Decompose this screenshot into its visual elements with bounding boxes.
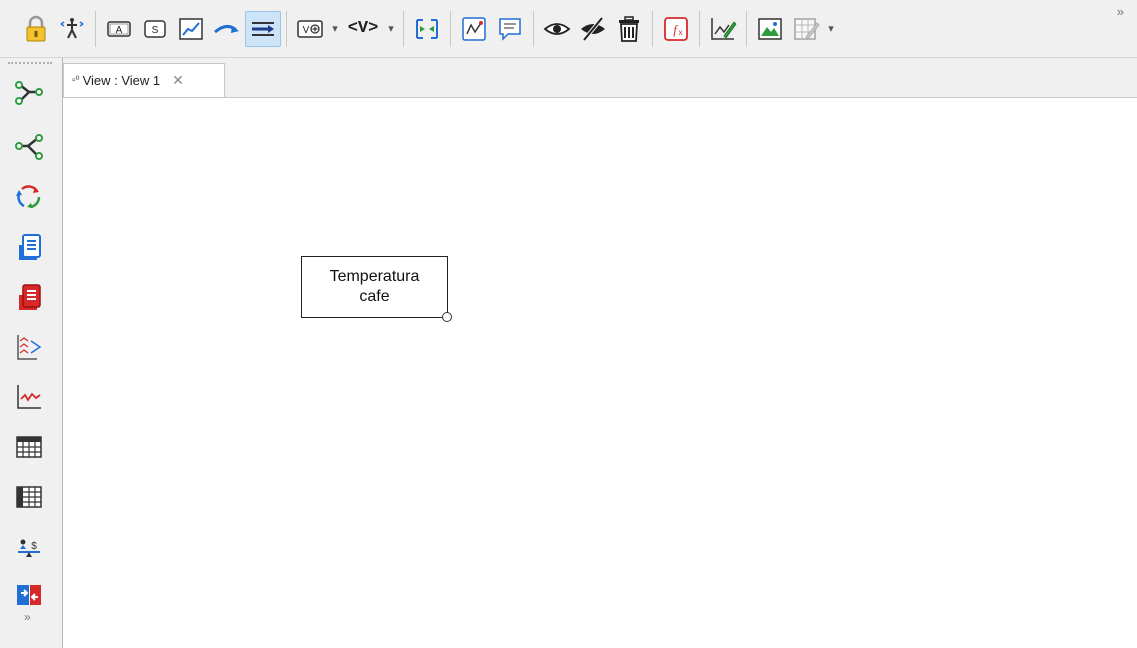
node-resize-handle[interactable]: [442, 312, 452, 322]
table-button[interactable]: [10, 428, 48, 466]
document-icon: [19, 234, 41, 260]
comment-icon: [499, 17, 521, 41]
flow-button[interactable]: [209, 11, 245, 47]
causes-strip-icon: [17, 335, 42, 360]
analysis-toolbar: $ »: [0, 58, 63, 648]
auxiliary-button[interactable]: A: [101, 11, 137, 47]
causes-tree-icon: [15, 81, 43, 105]
stock-icon: S: [144, 19, 166, 38]
uses-tree-button[interactable]: [10, 128, 48, 166]
view-variables-label: <V>: [347, 19, 379, 38]
table-time-button[interactable]: [10, 478, 48, 516]
view-options-icon: V: [297, 19, 323, 38]
image-button[interactable]: [752, 11, 788, 47]
auxiliary-icon: A: [107, 20, 131, 37]
compare-icon: [17, 585, 41, 605]
chart-icon: [462, 16, 486, 41]
edit-table-button[interactable]: [788, 11, 824, 47]
fit-button[interactable]: [409, 11, 445, 47]
toolbar-separator: [746, 10, 747, 47]
chart-button[interactable]: [456, 11, 492, 47]
toolbar-grip[interactable]: [8, 62, 52, 64]
function-button[interactable]: f x: [658, 11, 694, 47]
edit-table-icon: [794, 17, 820, 40]
tab-label: View : View 1: [82, 73, 161, 88]
loops-button[interactable]: [10, 178, 48, 216]
close-icon[interactable]: ✕: [172, 72, 184, 89]
toolbar-separator: [403, 10, 404, 47]
svg-text:x: x: [679, 28, 683, 37]
view-variables-button[interactable]: <V>: [342, 11, 384, 47]
toolbar-overflow-button[interactable]: »: [1117, 4, 1124, 19]
document-red-icon: [19, 284, 41, 310]
line-graph-icon: [17, 385, 41, 409]
toolbar-separator: [652, 10, 653, 47]
flow-arrow-icon: [214, 24, 239, 33]
tab-view-1[interactable]: ▫⁰ View : View 1 ✕: [63, 63, 225, 97]
causes-strip-button[interactable]: [10, 328, 48, 366]
graph-button[interactable]: [173, 11, 209, 47]
eye-icon: [543, 22, 571, 35]
left-toolbar-overflow-button[interactable]: »: [24, 610, 30, 624]
show-button[interactable]: [539, 11, 575, 47]
stock-button[interactable]: S: [137, 11, 173, 47]
causes-tree-button[interactable]: [10, 74, 48, 112]
toolbar-separator: [450, 10, 451, 47]
fit-icon: [416, 18, 438, 39]
variable-node-label-line2: cafe: [359, 288, 390, 305]
toolbar-separator: [699, 10, 700, 47]
variable-node-label-line1: Temperatura: [329, 268, 420, 285]
hide-button[interactable]: [575, 11, 611, 47]
svg-text:$: $: [31, 541, 37, 552]
connector-icon: [252, 21, 274, 36]
connector-button[interactable]: [245, 10, 281, 47]
eye-slash-icon: [581, 16, 605, 41]
loops-icon: [16, 185, 41, 209]
balance-button[interactable]: $: [10, 528, 48, 566]
graph-icon: [179, 17, 203, 40]
diagram-canvas[interactable]: Temperatura cafe: [63, 97, 1137, 648]
graph-button[interactable]: [10, 378, 48, 416]
variable-node[interactable]: Temperatura cafe: [301, 256, 448, 318]
table-icon: [16, 436, 42, 458]
svg-text:S: S: [152, 25, 159, 36]
function-icon: f x: [664, 16, 688, 41]
document-button[interactable]: [10, 228, 48, 266]
svg-text:V: V: [303, 25, 310, 36]
balance-icon: $: [18, 539, 40, 557]
view-icon: ▫⁰: [72, 75, 80, 86]
comment-button[interactable]: [492, 11, 528, 47]
trash-icon: [619, 15, 639, 42]
lock-button[interactable]: [18, 11, 54, 47]
move-button[interactable]: [54, 11, 90, 47]
app-window: A S V ▾ <V> ▾ f x ▾ » $ » ▫⁰ View: View…: [0, 0, 1137, 648]
edit-table-dropdown[interactable]: ▾: [824, 11, 838, 47]
compare-button[interactable]: [10, 576, 48, 614]
toolbar-separator: [533, 10, 534, 47]
toolbar-separator: [286, 10, 287, 47]
lock-icon: [26, 15, 46, 41]
view-variables-dropdown[interactable]: ▾: [384, 11, 398, 47]
uses-tree-icon: [15, 134, 43, 160]
move-icon: [60, 17, 84, 38]
toolbar-separator: [95, 10, 96, 47]
table-time-icon: [16, 486, 42, 508]
edit-graph-icon: [711, 17, 737, 40]
delete-button[interactable]: [611, 11, 647, 47]
image-icon: [758, 17, 782, 40]
svg-text:A: A: [116, 25, 123, 36]
edit-graph-button[interactable]: [705, 11, 741, 47]
view-options-button[interactable]: V: [292, 11, 328, 47]
view-options-dropdown[interactable]: ▾: [328, 11, 342, 47]
main-toolbar: A S V ▾ <V> ▾ f x ▾ »: [0, 0, 1137, 58]
document-red-button[interactable]: [10, 278, 48, 316]
